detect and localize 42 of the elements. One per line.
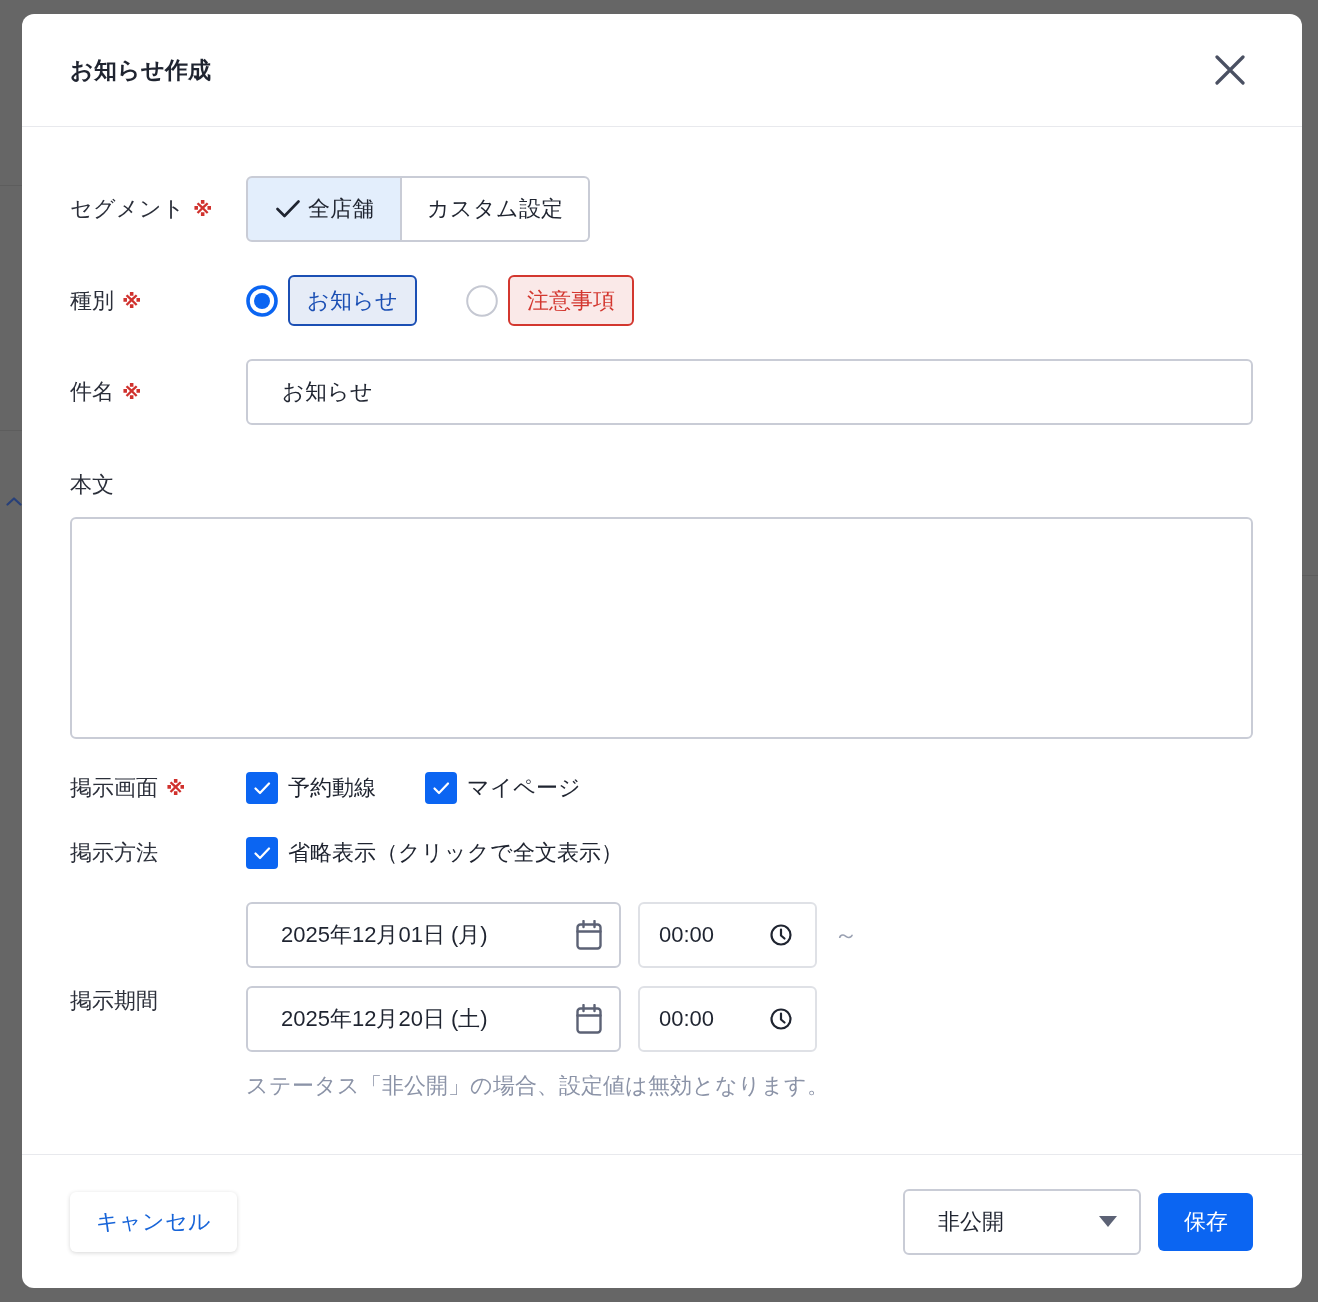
- time-field[interactable]: 00:00: [638, 986, 817, 1052]
- calendar-icon: [576, 920, 602, 950]
- close-button[interactable]: [1215, 55, 1245, 85]
- checkbox[interactable]: [246, 772, 278, 804]
- required-mark: ※: [122, 288, 142, 313]
- clock-icon: [770, 924, 792, 946]
- calendar-icon: [576, 1004, 602, 1034]
- status-select[interactable]: 非公開: [903, 1188, 1141, 1255]
- time-field[interactable]: 00:00: [638, 902, 817, 968]
- required-mark: ※: [122, 380, 142, 404]
- field-label: 掲示期間: [70, 987, 158, 1015]
- checkbox-label[interactable]: マイページ: [467, 772, 581, 804]
- checkbox[interactable]: [246, 837, 278, 869]
- cancel-button[interactable]: キャンセル: [70, 1191, 237, 1252]
- checkbox-label[interactable]: 省略表示（クリックで全文表示）: [288, 837, 623, 869]
- field-label: 本文: [70, 471, 114, 499]
- date-field[interactable]: 2025年12月01日 (月): [246, 902, 621, 968]
- range-separator: ～: [834, 920, 858, 950]
- checkbox-label[interactable]: 予約動線: [288, 772, 376, 804]
- caret-down-icon: [1099, 1216, 1117, 1227]
- subject-input[interactable]: お知らせ: [246, 359, 1253, 425]
- type-tag[interactable]: 注意事項: [508, 275, 634, 326]
- close-icon: [1215, 55, 1245, 85]
- radio-button[interactable]: [246, 284, 278, 317]
- type-tag[interactable]: お知らせ: [288, 275, 417, 326]
- date-field[interactable]: 2025年12月20日 (土): [246, 986, 621, 1052]
- segment-button[interactable]: カスタム設定: [402, 176, 590, 242]
- field-label: セグメント: [70, 195, 185, 223]
- save-button[interactable]: 保存: [1158, 1192, 1253, 1251]
- segment-button[interactable]: 全店舗: [246, 176, 402, 242]
- radio-button[interactable]: [466, 284, 498, 317]
- required-mark: ※: [166, 776, 186, 800]
- required-mark: ※: [193, 197, 213, 221]
- checkbox[interactable]: [425, 772, 457, 804]
- clock-icon: [770, 1008, 792, 1030]
- check-icon: [276, 200, 300, 218]
- field-label: 種別: [70, 286, 114, 315]
- field-label: 件名: [70, 378, 114, 406]
- field-label: 掲示方法: [70, 839, 158, 867]
- field-label: 掲示画面: [70, 774, 158, 802]
- hint-text: ステータス「非公開」の場合、設定値は無効となります。: [246, 1072, 829, 1100]
- dialog-title: お知らせ作成: [70, 56, 211, 85]
